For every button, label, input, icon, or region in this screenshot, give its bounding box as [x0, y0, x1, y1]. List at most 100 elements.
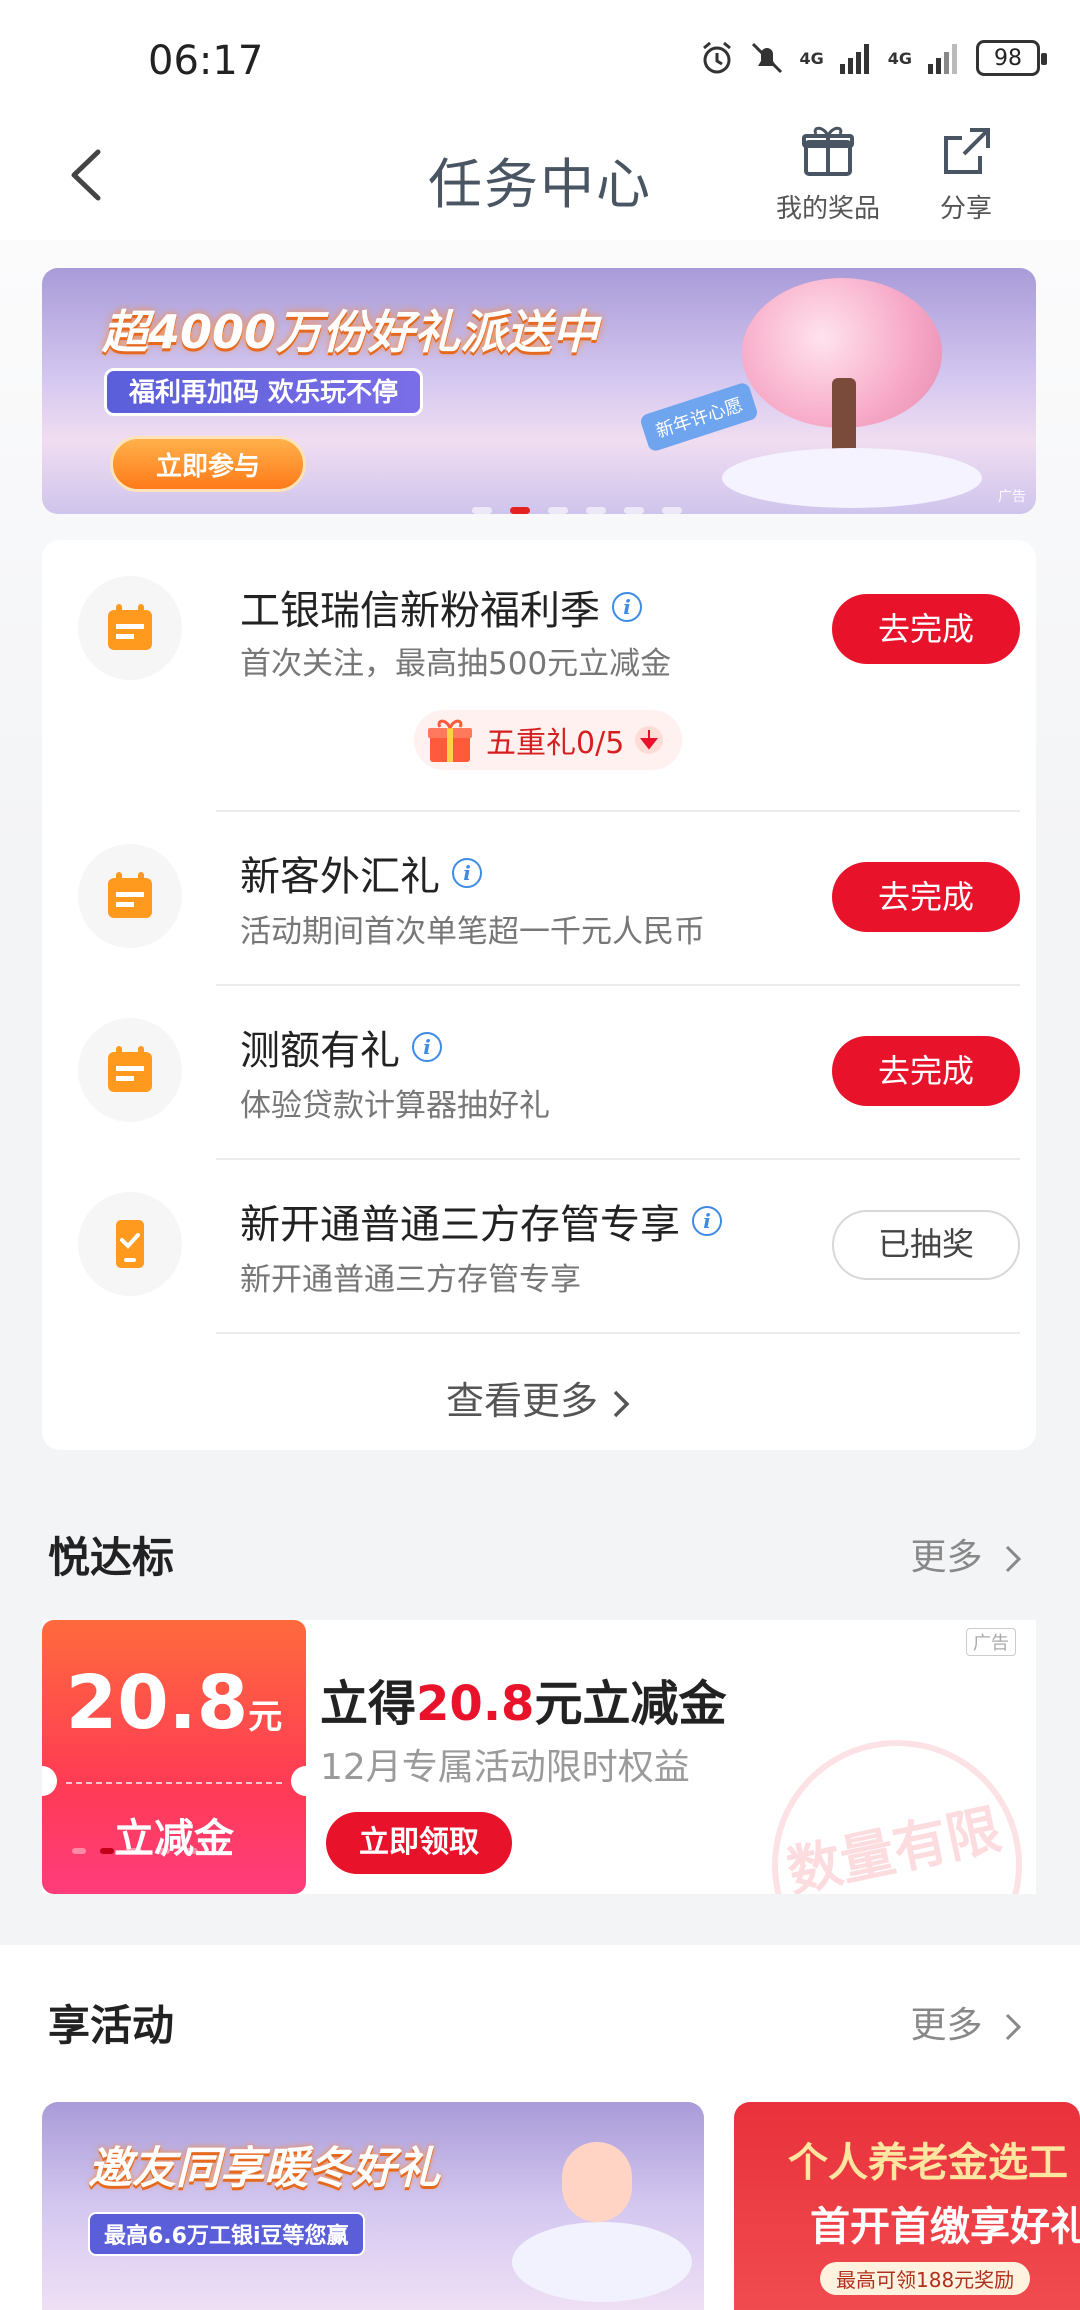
info-icon[interactable]: i: [412, 1032, 442, 1062]
info-icon[interactable]: i: [612, 592, 642, 622]
task-title: 新开通普通三方存管专享 i: [240, 1192, 722, 1250]
coupon-carousel-dots: [72, 1848, 198, 1854]
task-desc: 活动期间首次单笔超一千元人民币: [240, 914, 705, 950]
signal-icon-2: [928, 44, 957, 74]
coupon-subtitle: 12月专属活动限时权益: [320, 1747, 690, 1788]
divider: [216, 1332, 1020, 1334]
promo-banner[interactable]: 新年许心愿 超4000万份好礼派送中 福利再加码 欢乐玩不停 立即参与 广告: [42, 268, 1036, 514]
share-label: 分享: [939, 194, 992, 224]
phone-check-icon: [116, 1220, 144, 1268]
carousel-dot[interactable]: [548, 507, 568, 514]
banner-sign: 新年许心愿: [638, 381, 760, 453]
my-prizes-label: 我的奖品: [776, 194, 881, 224]
complete-button[interactable]: 去完成: [832, 862, 1020, 932]
task-title-text: 新客外汇礼: [240, 854, 440, 900]
chevron-right-icon: [1005, 1545, 1022, 1573]
calendar-icon: [108, 1046, 152, 1092]
activity-subtitle: 最高可领188元奖励: [820, 2262, 1031, 2295]
section-more-link-2[interactable]: 更多: [911, 1996, 1024, 2048]
task-icon-wrap: [78, 1192, 182, 1296]
section-title-activities: 享活动: [48, 2001, 175, 2050]
coupon-unit: 元: [248, 1697, 283, 1737]
limited-stamp: 数量有限: [748, 1716, 1036, 1894]
view-more-link[interactable]: 查看更多: [42, 1370, 1036, 1425]
carousel-dot: [156, 1848, 170, 1854]
section-more-label: 更多: [910, 2005, 983, 2046]
share-icon: [944, 128, 990, 174]
coupon-dash: [66, 1782, 282, 1784]
task-title: 新客外汇礼 i: [240, 844, 482, 902]
coupon-amount: 20.8元: [42, 1660, 306, 1746]
coupon-notch: [291, 1766, 321, 1796]
coupon-title-prefix: 立得: [320, 1676, 417, 1732]
task-title: 测额有礼 i: [240, 1018, 442, 1076]
carousel-dot[interactable]: [472, 507, 492, 514]
activity-title: 个人养老金选工: [788, 2140, 1068, 2186]
activity-card[interactable]: 邀友同享暖冬好礼 最高6.6万工银i豆等您赢: [42, 2102, 704, 2310]
task-icon-wrap: [78, 844, 182, 948]
task-title-text: 新开通普通三方存管专享: [240, 1202, 680, 1248]
my-prizes-button[interactable]: 我的奖品: [776, 122, 880, 225]
task-desc: 首次关注，最高抽500元立减金: [240, 646, 672, 682]
coupon-title-suffix: 元立减金: [534, 1676, 727, 1732]
claim-button[interactable]: 立即领取: [326, 1812, 512, 1874]
drawn-button[interactable]: 已抽奖: [832, 1210, 1020, 1280]
carousel-dot[interactable]: [586, 507, 606, 514]
five-gifts-label: 五重礼0/5: [486, 726, 625, 761]
mute-icon: [752, 42, 783, 74]
network-label-1: 4G: [799, 48, 824, 68]
coupon-amount-value: 20.8: [65, 1660, 249, 1746]
banner-subtitle: 福利再加码 欢乐玩不停: [104, 368, 424, 416]
battery-level: 98: [994, 45, 1022, 71]
view-more-label: 查看更多: [445, 1379, 598, 1423]
task-desc: 新开通普通三方存管专享: [240, 1262, 581, 1298]
coupon-title: 立得20.8元立减金: [320, 1664, 726, 1734]
calendar-icon: [108, 604, 152, 650]
battery-icon: 98: [976, 40, 1047, 76]
top-bar: 任务中心 我的奖品 分享: [0, 110, 1080, 240]
join-button[interactable]: 立即参与: [110, 436, 306, 492]
info-icon[interactable]: i: [692, 1206, 722, 1236]
snow-island: [512, 2222, 692, 2302]
chevron-right-icon: [613, 1390, 630, 1417]
coupon-card[interactable]: 20.8元 立减金 数量有限 立得20.8元立减金 12月专属活动限时权益 立即…: [42, 1620, 1036, 1894]
activity-title: 邀友同享暖冬好礼: [88, 2143, 440, 2194]
carousel-dot: [128, 1848, 142, 1854]
carousel-dot: [72, 1848, 86, 1854]
five-gifts-pill[interactable]: 五重礼0/5: [414, 710, 683, 770]
carousel-dot[interactable]: [624, 507, 644, 514]
ad-tag: 广告: [998, 489, 1026, 505]
ad-tag: 广告: [966, 1628, 1016, 1656]
arrow-down-icon: [635, 726, 664, 754]
carousel-dot: [184, 1848, 198, 1854]
section-more-label: 更多: [910, 1537, 983, 1578]
kids-illustration: [562, 2142, 632, 2222]
activity-card[interactable]: 个人养老金选工 首开首缴享好礼 最高可领188元奖励: [734, 2102, 1080, 2310]
carousel-dot-active[interactable]: [510, 507, 530, 514]
carousel-dot[interactable]: [662, 507, 682, 514]
share-button[interactable]: 分享: [936, 122, 996, 225]
section-more-link-1[interactable]: 更多: [911, 1528, 1024, 1580]
signal-icon: [839, 44, 869, 74]
divider: [216, 810, 1020, 812]
task-title: 工银瑞信新粉福利季 i: [240, 578, 642, 636]
info-icon[interactable]: i: [452, 858, 482, 888]
gift-box-icon: [802, 126, 854, 176]
task-icon-wrap: [78, 576, 182, 680]
snow-island: [722, 448, 982, 508]
activity-title-2: 首开首缴享好礼: [810, 2204, 1080, 2250]
task-title-text: 工银瑞信新粉福利季: [240, 588, 600, 634]
task-desc: 体验贷款计算器抽好礼: [240, 1088, 550, 1124]
complete-button[interactable]: 去完成: [832, 594, 1020, 664]
divider: [216, 984, 1020, 986]
calendar-icon: [108, 872, 152, 918]
task-title-text: 测额有礼: [240, 1028, 400, 1074]
carousel-dots: [472, 507, 682, 514]
page-title: 任务中心: [428, 153, 652, 216]
coupon-title-amount: 20.8: [416, 1676, 535, 1732]
divider: [216, 1158, 1020, 1160]
coupon-value-panel: 20.8元 立减金: [42, 1620, 306, 1894]
complete-button[interactable]: 去完成: [832, 1036, 1020, 1106]
status-icons: 4G 4G 98: [699, 40, 1047, 76]
section-title-yuedabiao: 悦达标: [48, 1533, 175, 1582]
